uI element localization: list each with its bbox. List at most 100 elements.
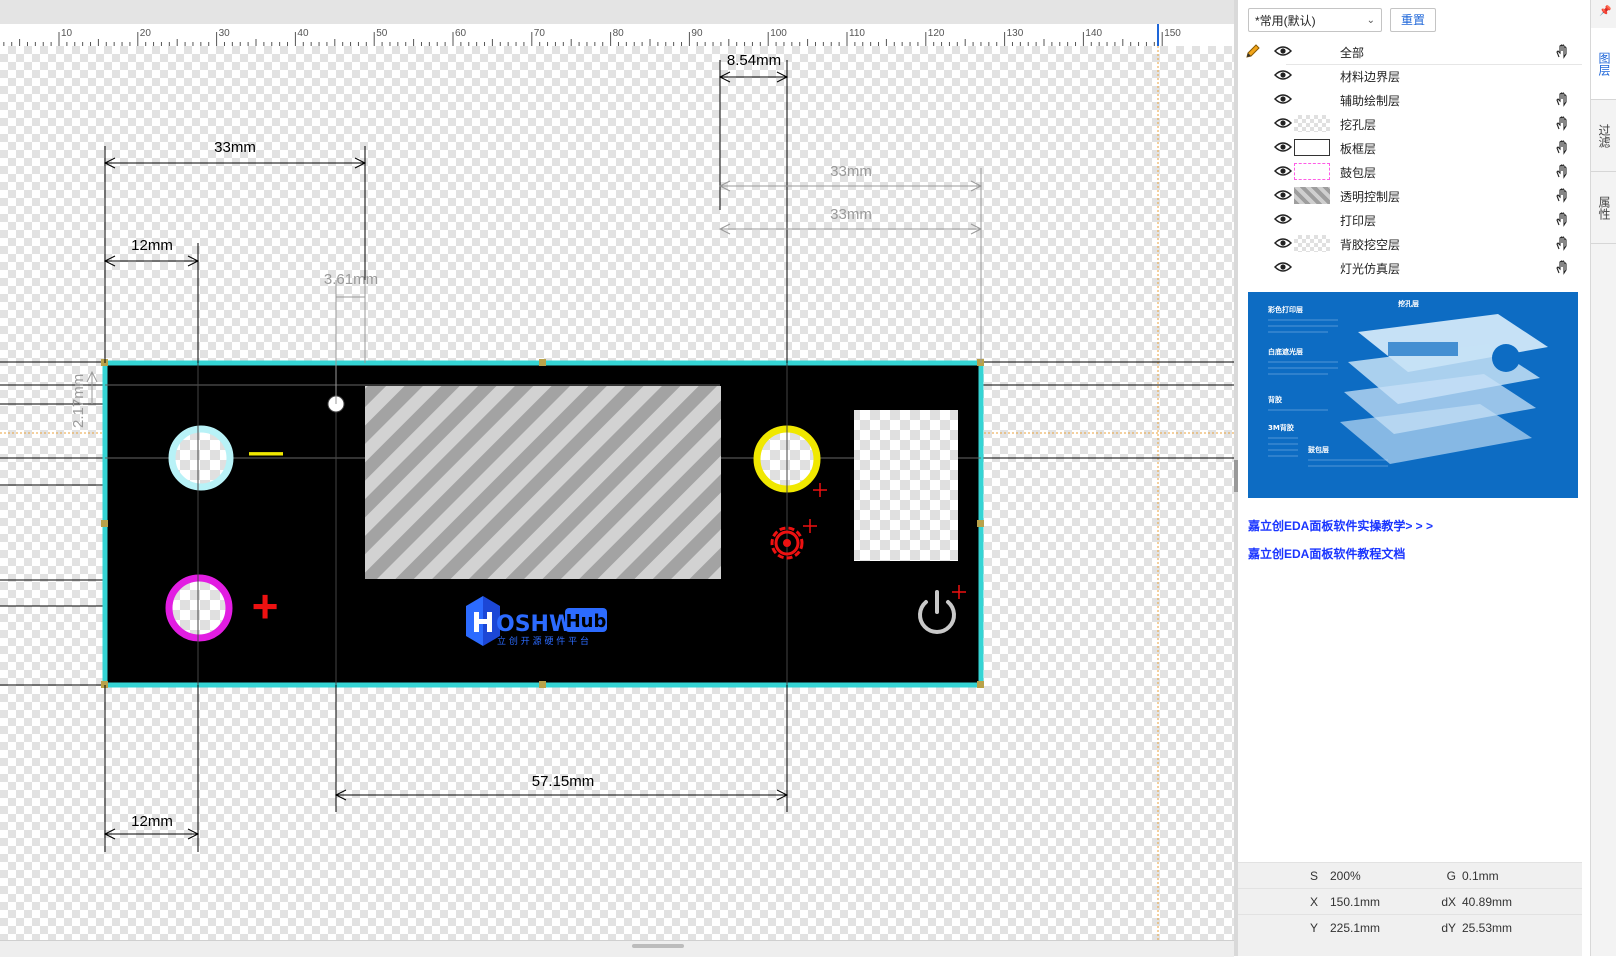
layer-row[interactable]: 背胶挖空层 bbox=[1238, 232, 1582, 256]
eye-icon[interactable] bbox=[1273, 141, 1293, 156]
tab-layers[interactable]: 图层 bbox=[1591, 28, 1616, 100]
dim-2-17mm: 2.17mm bbox=[70, 374, 87, 428]
layer-swatch bbox=[1294, 67, 1330, 84]
ruler-label: 130 bbox=[1007, 28, 1024, 39]
layer-label: 灯光仿真层 bbox=[1340, 262, 1401, 276]
panel-drawing[interactable]: — + OSHW Hub 立 创 开 源 硬 件 平 台 33mm 12mm 3… bbox=[0, 46, 1234, 940]
status-scale: 200% bbox=[1330, 869, 1361, 883]
layer-label: 鼓包层 bbox=[1340, 166, 1377, 180]
logo-subtitle: 立 创 开 源 硬 件 平 台 bbox=[497, 635, 589, 647]
dim-12mm-top: 12mm bbox=[131, 237, 173, 254]
hole-minus[interactable] bbox=[168, 425, 234, 491]
info-title: 挖孔层 bbox=[1398, 299, 1419, 308]
layer-label: 板框层 bbox=[1340, 142, 1377, 156]
layer-swatch bbox=[1294, 163, 1330, 180]
layer-row-all[interactable]: 全部 bbox=[1238, 40, 1582, 64]
status-row-x: X 150.1mm dX 40.89mm bbox=[1238, 888, 1582, 915]
hole-plus[interactable] bbox=[165, 574, 233, 642]
status-key-x: X bbox=[1310, 895, 1319, 909]
ruler-label: 90 bbox=[691, 28, 703, 39]
eye-icon[interactable] bbox=[1273, 237, 1293, 252]
hand-icon[interactable] bbox=[1554, 43, 1570, 62]
pin-icon[interactable]: 📌 bbox=[1599, 6, 1611, 17]
tutorial-link-video[interactable]: 嘉立创EDA面板软件实操教学> > > bbox=[1248, 517, 1433, 534]
ruler-label: 40 bbox=[297, 28, 309, 39]
horizontal-scrollbar[interactable] bbox=[0, 940, 1234, 957]
status-panel: S 200% G 0.1mm X 150.1mm dX 40.89mm Y 22… bbox=[1238, 862, 1582, 956]
layer-row[interactable]: 辅助绘制层 bbox=[1238, 88, 1582, 112]
eye-icon[interactable] bbox=[1273, 213, 1293, 228]
layer-row[interactable]: 板框层 bbox=[1238, 136, 1582, 160]
ruler-ticks: 10 20 30 40 50 60 70 80 90 100 110 120 130 140 150 bbox=[3, 24, 1181, 46]
horizontal-ruler: 10 20 30 40 50 60 70 80 90 100 110 120 130 140 150 bbox=[0, 24, 1234, 47]
dim-33mm-right-a: 33mm bbox=[830, 163, 872, 180]
tab-properties[interactable]: 属性 bbox=[1591, 172, 1616, 244]
hand-icon[interactable] bbox=[1554, 163, 1570, 182]
hand-icon[interactable] bbox=[1554, 259, 1570, 278]
layer-swatch bbox=[1294, 211, 1330, 228]
logo-badge: Hub bbox=[566, 611, 607, 632]
layer-swatch bbox=[1294, 235, 1330, 252]
status-key-dx: dX bbox=[1441, 895, 1456, 909]
layer-label: 背胶挖空层 bbox=[1340, 238, 1401, 252]
eye-icon[interactable] bbox=[1273, 189, 1293, 204]
layer-label: 挖孔层 bbox=[1340, 118, 1377, 132]
ruler-label: 70 bbox=[534, 28, 546, 39]
ruler-label: 120 bbox=[928, 28, 945, 39]
layer-label: 材料边界层 bbox=[1340, 70, 1401, 84]
cutout-window[interactable] bbox=[854, 410, 958, 561]
layer-swatch bbox=[1294, 259, 1330, 276]
eye-icon[interactable] bbox=[1273, 165, 1293, 180]
scroll-thumb[interactable] bbox=[632, 944, 684, 948]
tab-filter[interactable]: 过滤 bbox=[1591, 100, 1616, 172]
status-dx: 40.89mm bbox=[1462, 895, 1513, 909]
hand-icon[interactable] bbox=[1554, 211, 1570, 230]
reset-button[interactable]: 重置 bbox=[1390, 8, 1436, 32]
layer-row[interactable]: 挖孔层 bbox=[1238, 112, 1582, 136]
dim-57-15mm: 57.15mm bbox=[532, 773, 595, 790]
layer-preset-select[interactable]: *常用(默认) ⌄ bbox=[1248, 8, 1382, 32]
layer-swatch bbox=[1294, 139, 1330, 156]
plus-mark: + bbox=[252, 580, 279, 632]
pencil-icon[interactable] bbox=[1244, 42, 1262, 63]
eye-icon[interactable] bbox=[1273, 45, 1293, 60]
eye-icon[interactable] bbox=[1273, 261, 1293, 276]
info-label-2: 白底遮光层 bbox=[1268, 347, 1303, 356]
hand-icon[interactable] bbox=[1554, 115, 1570, 134]
hand-icon[interactable] bbox=[1554, 139, 1570, 158]
layer-row[interactable]: 鼓包层 bbox=[1238, 160, 1582, 184]
layer-label: 打印层 bbox=[1340, 214, 1377, 228]
status-key-g: G bbox=[1446, 869, 1456, 883]
tutorial-link-docs[interactable]: 嘉立创EDA面板软件教程文档 bbox=[1248, 545, 1405, 562]
transparent-window[interactable] bbox=[365, 386, 721, 579]
eye-icon[interactable] bbox=[1273, 69, 1293, 84]
status-y: 225.1mm bbox=[1330, 921, 1381, 935]
status-x: 150.1mm bbox=[1330, 895, 1381, 909]
layer-row[interactable]: 打印层 bbox=[1238, 208, 1582, 232]
dim-8-54mm: 8.54mm bbox=[727, 52, 781, 69]
status-row-y: Y 225.1mm dY 25.53mm bbox=[1238, 914, 1582, 941]
status-key-y: Y bbox=[1310, 921, 1319, 935]
dim-33mm-right-b: 33mm bbox=[830, 206, 872, 223]
preset-value: *常用(默认) bbox=[1255, 14, 1316, 28]
ruler-label: 100 bbox=[770, 28, 787, 39]
layer-row[interactable]: 透明控制层 bbox=[1238, 184, 1582, 208]
layer-label-all: 全部 bbox=[1340, 46, 1365, 60]
hand-icon[interactable] bbox=[1554, 235, 1570, 254]
layer-row[interactable]: 灯光仿真层 bbox=[1238, 256, 1582, 280]
eye-icon[interactable] bbox=[1273, 117, 1293, 132]
hand-icon[interactable] bbox=[1554, 91, 1570, 110]
dim-3-61mm: 3.61mm bbox=[324, 271, 378, 288]
layer-swatch bbox=[1294, 91, 1330, 108]
eye-icon[interactable] bbox=[1273, 93, 1293, 108]
hand-icon[interactable] bbox=[1554, 187, 1570, 206]
side-tabs: 📌 图层 过滤 属性 bbox=[1590, 0, 1616, 956]
layer-row[interactable]: 材料边界层 bbox=[1238, 64, 1582, 88]
layer-swatch bbox=[1294, 187, 1330, 204]
info-label-3: 鼓包层 bbox=[1308, 445, 1329, 454]
design-canvas[interactable]: — + OSHW Hub 立 创 开 源 硬 件 平 台 33mm 12mm 3… bbox=[0, 46, 1234, 940]
ruler-label: 50 bbox=[376, 28, 388, 39]
layer-info-image: 挖孔层 彩色打印层 白底遮光层 背胶 3M背胶 鼓包层 bbox=[1248, 292, 1578, 498]
logo-text: OSHW bbox=[496, 612, 573, 637]
ruler-label: 20 bbox=[140, 28, 152, 39]
